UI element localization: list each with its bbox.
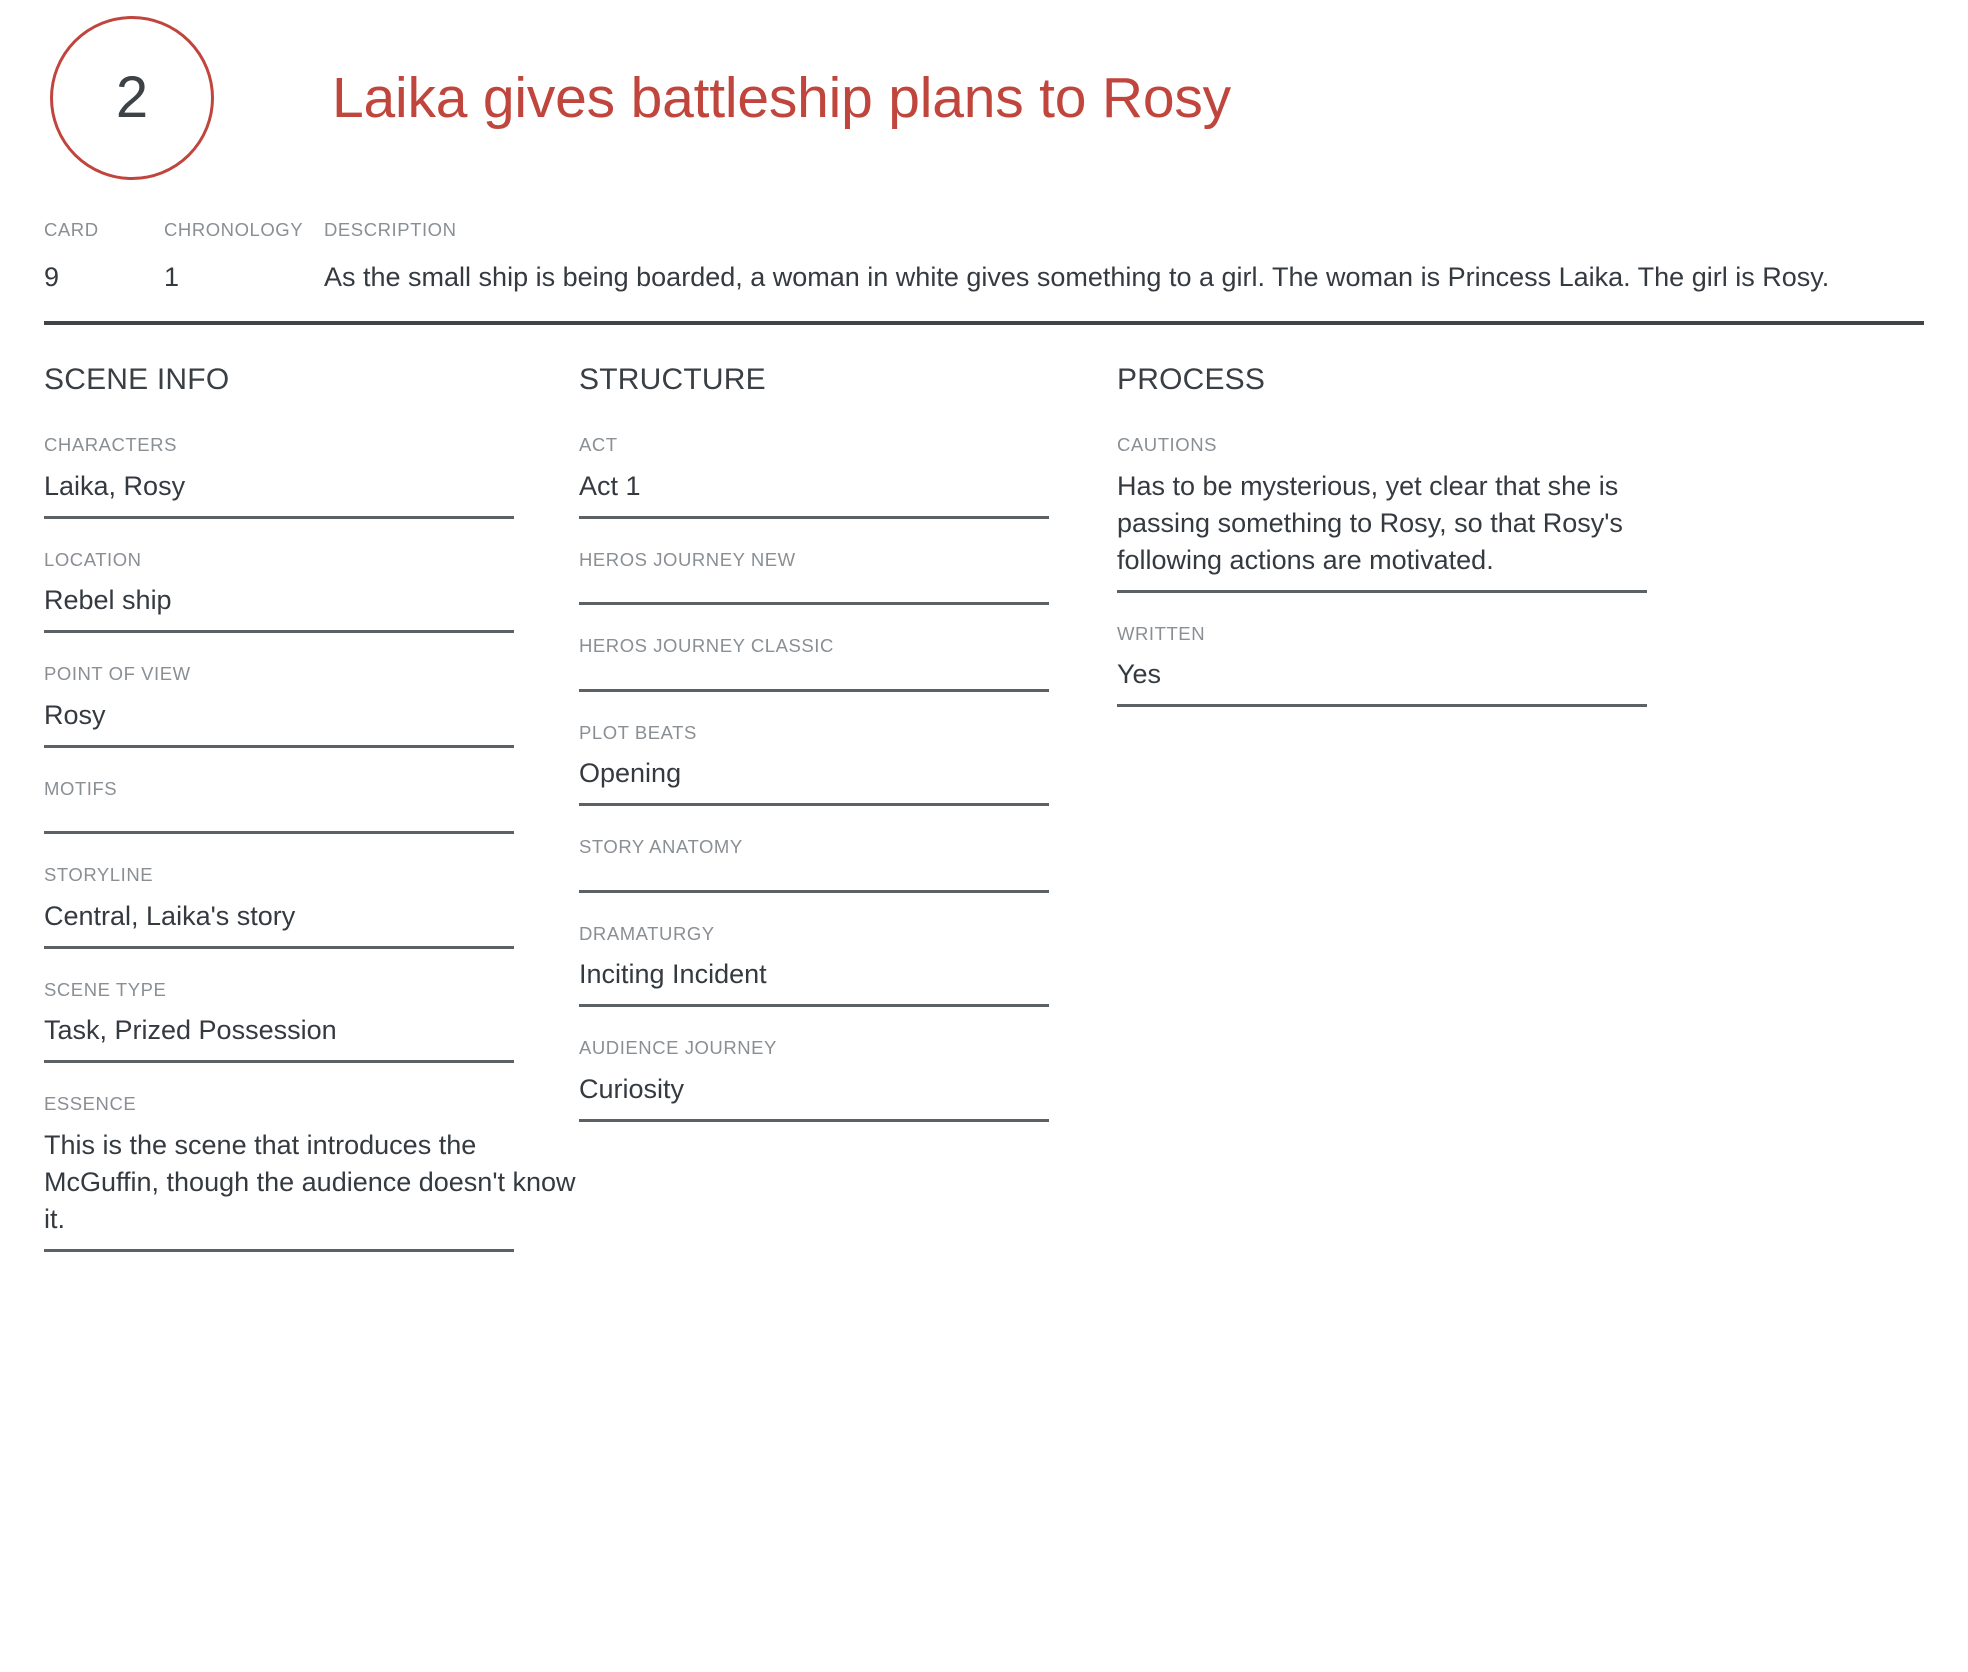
field-underline [579, 1118, 1049, 1122]
field-label: WRITTEN [1117, 622, 1206, 644]
field-value: Task, Prized Possession [44, 1015, 337, 1046]
field-location[interactable]: LOCATION Rebel ship [44, 548, 579, 634]
field-underline [44, 1248, 514, 1252]
field-underline [579, 1004, 1049, 1008]
field-label: PLOT BEATS [579, 721, 697, 743]
column-title-process: PROCESS [1117, 363, 1266, 397]
field-underline [1117, 704, 1647, 708]
field-written[interactable]: WRITTEN Yes [1117, 622, 1677, 708]
field-underline [44, 945, 514, 949]
field-value: Rosy [44, 699, 106, 730]
column-process: PROCESS CAUTIONS Has to be mysterious, ye… [1117, 365, 1677, 1283]
field-label: SCENE TYPE [44, 978, 167, 1000]
chronology-field: CHRONOLOGY 1 [164, 219, 324, 295]
field-label: MOTIFS [44, 777, 118, 799]
field-scene-type[interactable]: SCENE TYPE Task, Prized Possession [44, 978, 579, 1064]
field-dramaturgy[interactable]: DRAMATURGY Inciting Incident [579, 922, 1117, 1008]
field-value: Rebel ship [44, 585, 172, 616]
field-underline [44, 630, 514, 634]
scene-detail-columns: SCENE INFO CHARACTERS Laika, Rosy LOCATION… [40, 365, 1928, 1283]
scene-card-page: 2 Laika gives battleship plans to Rosy C… [0, 0, 1968, 1672]
field-value: Inciting Incident [579, 959, 767, 990]
card-label: CARD [44, 219, 99, 240]
field-motifs[interactable]: MOTIFS [44, 777, 579, 835]
field-heros-journey-new[interactable]: HEROS JOURNEY NEW [579, 548, 1117, 606]
fields-process: CAUTIONS Has to be mysterious, yet clear … [1117, 434, 1677, 708]
field-essence[interactable]: ESSENCE This is the scene that introduces… [44, 1093, 579, 1252]
field-label: HEROS JOURNEY NEW [579, 548, 796, 570]
scene-number-value: 2 [115, 64, 149, 130]
field-underline [1117, 589, 1647, 593]
field-underline [44, 515, 514, 519]
fields-scene-info: CHARACTERS Laika, Rosy LOCATION Rebel ship P… [44, 434, 579, 1252]
field-underline [579, 688, 1049, 692]
field-value: Has to be mysterious, yet clear that she… [1117, 470, 1623, 575]
field-value: Opening [579, 758, 682, 789]
field-label: STORYLINE [44, 864, 154, 886]
card-field: CARD 9 [44, 219, 164, 295]
field-plot-beats[interactable]: PLOT BEATS Opening [579, 721, 1117, 807]
field-value: Central, Laika's story [44, 900, 296, 931]
field-cautions[interactable]: CAUTIONS Has to be mysterious, yet clear … [1117, 434, 1677, 593]
field-underline [44, 1060, 514, 1064]
scene-header: 2 Laika gives battleship plans to Rosy [40, 0, 1928, 195]
chronology-value: 1 [164, 261, 180, 292]
field-label: DRAMATURGY [579, 922, 715, 944]
field-value: Yes [1117, 659, 1162, 690]
field-underline [579, 602, 1049, 606]
field-underline [44, 831, 514, 835]
field-label: CHARACTERS [44, 434, 177, 456]
chronology-label: CHRONOLOGY [164, 219, 304, 240]
field-underline [579, 803, 1049, 807]
fields-structure: ACT Act 1 HEROS JOURNEY NEW HEROS JOURNEY C… [579, 434, 1117, 1122]
field-value: Laika, Rosy [44, 470, 186, 501]
field-label: ESSENCE [44, 1093, 137, 1115]
field-point-of-view[interactable]: POINT OF VIEW Rosy [44, 663, 579, 748]
header-divider [44, 321, 1924, 326]
field-value: Act 1 [579, 470, 641, 501]
page-title: Laika gives battleship plans to Rosy [332, 65, 1231, 130]
description-value: As the small ship is being boarded, a wo… [324, 261, 1830, 292]
description-field: DESCRIPTION As the small ship is being b… [324, 219, 1928, 295]
field-label: STORY ANATOMY [579, 836, 743, 858]
field-label: AUDIENCE JOURNEY [579, 1037, 777, 1059]
scene-number-badge: 2 [50, 15, 214, 180]
card-value: 9 [44, 261, 60, 292]
field-value: This is the scene that introduces the Mc… [44, 1129, 576, 1234]
field-storyline[interactable]: STORYLINE Central, Laika's story [44, 864, 579, 949]
field-story-anatomy[interactable]: STORY ANATOMY [579, 838, 1117, 893]
field-act[interactable]: ACT Act 1 [579, 434, 1117, 519]
field-heros-journey-classic[interactable]: HEROS JOURNEY CLASSIC [579, 637, 1117, 692]
field-value: Curiosity [579, 1073, 685, 1104]
field-label: POINT OF VIEW [44, 663, 191, 685]
field-underline [44, 744, 514, 748]
column-scene-info: SCENE INFO CHARACTERS Laika, Rosy LOCATION… [44, 365, 579, 1283]
description-label: DESCRIPTION [324, 219, 457, 240]
field-label: HEROS JOURNEY CLASSIC [579, 635, 834, 657]
field-characters[interactable]: CHARACTERS Laika, Rosy [44, 434, 579, 519]
scene-meta-row: CARD 9 CHRONOLOGY 1 DESCRIPTION As the s… [40, 219, 1928, 295]
field-label: LOCATION [44, 548, 142, 570]
column-structure: STRUCTURE ACT Act 1 HEROS JOURNEY NEW HEROS… [579, 365, 1117, 1283]
field-label: ACT [579, 434, 618, 456]
field-underline [579, 515, 1049, 519]
field-underline [579, 889, 1049, 893]
field-label: CAUTIONS [1117, 434, 1217, 456]
field-audience-journey[interactable]: AUDIENCE JOURNEY Curiosity [579, 1037, 1117, 1122]
column-title-structure: STRUCTURE [579, 363, 766, 397]
column-title-scene-info: SCENE INFO [44, 363, 230, 397]
